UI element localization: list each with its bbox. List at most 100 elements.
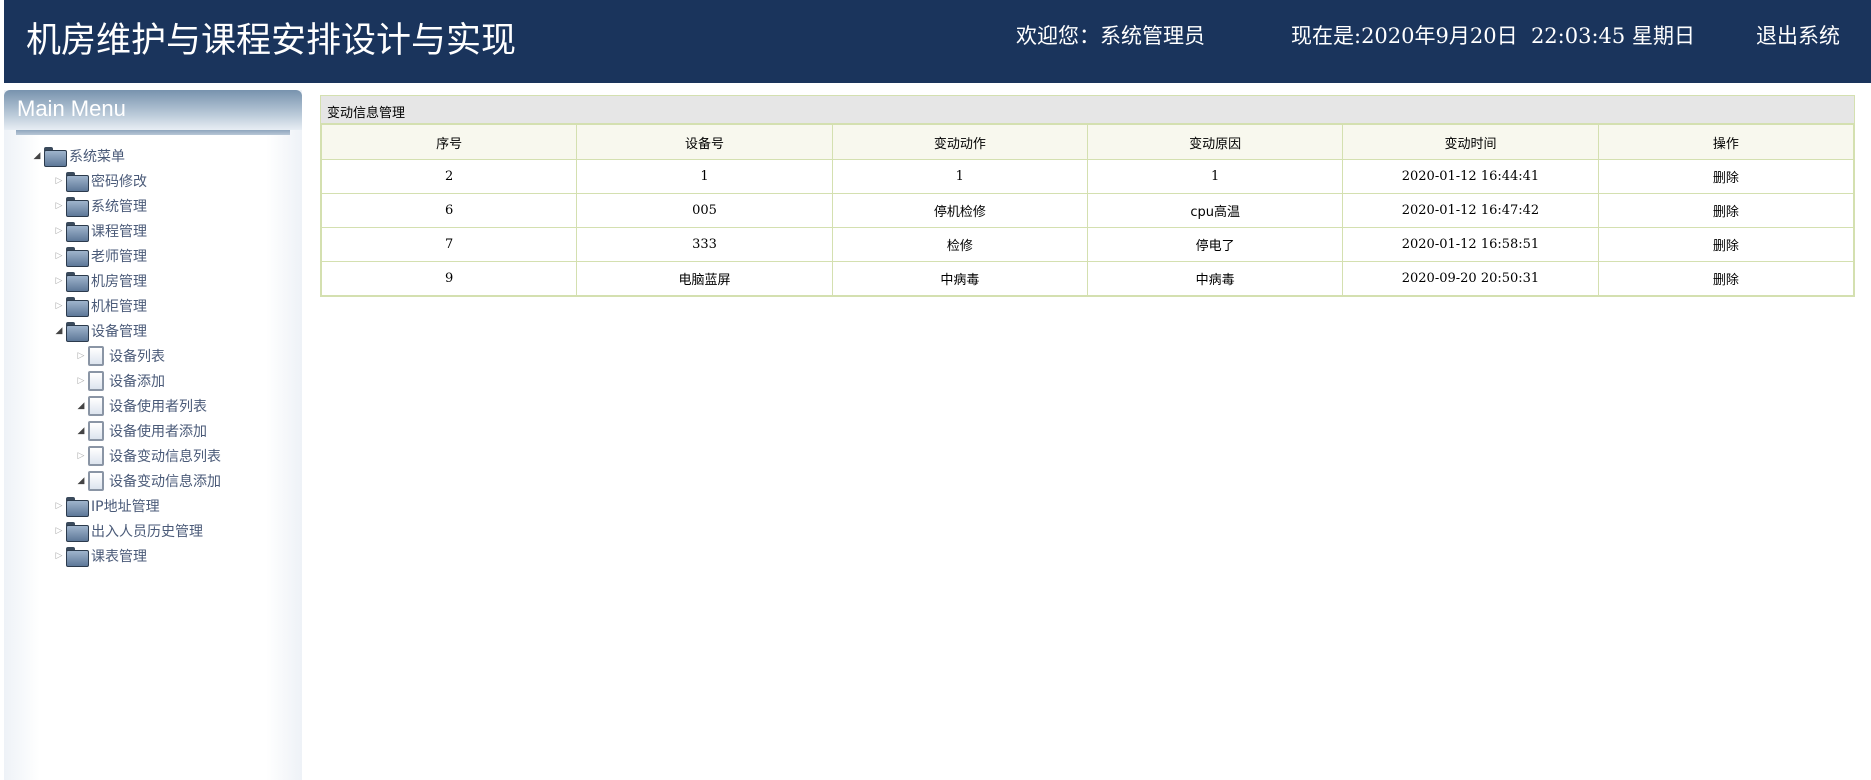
table-cell: 检修 bbox=[831, 227, 1088, 262]
menu-label: 密码修改 bbox=[91, 174, 147, 190]
panel-title: 变动信息管理 bbox=[321, 96, 1854, 124]
collapsed-arrow-icon[interactable]: ▷ bbox=[74, 451, 88, 461]
table-cell: 1 bbox=[576, 159, 833, 194]
expanded-arrow-icon[interactable]: ◢ bbox=[52, 326, 66, 336]
file-icon bbox=[88, 396, 104, 416]
column-header: 变动动作 bbox=[831, 124, 1088, 160]
menu-label: 设备变动信息列表 bbox=[109, 449, 221, 465]
folder-icon bbox=[66, 172, 89, 192]
expanded-arrow-icon[interactable]: ◢ bbox=[74, 476, 88, 486]
table-cell: 6 bbox=[320, 193, 578, 228]
menu-item[interactable]: ▷ 密码修改 bbox=[52, 170, 147, 192]
menu-item[interactable]: ▷ 出入人员历史管理 bbox=[52, 520, 203, 542]
table-cell: 中病毒 bbox=[831, 261, 1088, 296]
menu-label: 设备使用者列表 bbox=[109, 399, 207, 415]
menu-label: 出入人员历史管理 bbox=[91, 524, 203, 540]
table-cell: 删除 bbox=[1597, 227, 1855, 262]
table-row: 7 333 检修 停电了 2020-01-12 16:58:51 删除 bbox=[320, 227, 1855, 262]
column-header: 变动时间 bbox=[1342, 124, 1599, 160]
menu-item[interactable]: ▷ IP地址管理 bbox=[52, 495, 160, 517]
collapsed-arrow-icon[interactable]: ▷ bbox=[52, 551, 66, 561]
expanded-arrow-icon[interactable]: ◢ bbox=[74, 401, 88, 411]
collapsed-arrow-icon[interactable]: ▷ bbox=[52, 176, 66, 186]
menu-item[interactable]: ▷ 机柜管理 bbox=[52, 295, 147, 317]
delete-link[interactable]: 删除 bbox=[1713, 171, 1739, 186]
table-cell: 9 bbox=[320, 261, 578, 296]
menu-label: 机房管理 bbox=[91, 274, 147, 290]
sidebar: Main Menu ◢ 系统菜单 ▷ 密码修改 ▷ 系统管理 ▷ 课程管理 ▷ 老师管理 ▷ 机房管理… bbox=[4, 90, 302, 780]
submenu-item[interactable]: ▷ 设备添加 bbox=[74, 370, 165, 392]
table-cell: 2 bbox=[320, 159, 578, 194]
divider bbox=[16, 130, 290, 135]
delete-link[interactable]: 删除 bbox=[1713, 205, 1739, 220]
table-cell: 2020-01-12 16:58:51 bbox=[1342, 227, 1599, 262]
collapsed-arrow-icon[interactable]: ▷ bbox=[74, 376, 88, 386]
column-header: 设备号 bbox=[576, 124, 833, 160]
menu-label: 设备使用者添加 bbox=[109, 424, 207, 440]
collapsed-arrow-icon[interactable]: ▷ bbox=[52, 276, 66, 286]
menu-label: 系统管理 bbox=[91, 199, 147, 215]
folder-icon bbox=[66, 322, 89, 342]
collapsed-arrow-icon[interactable]: ▷ bbox=[52, 201, 66, 211]
column-header: 序号 bbox=[320, 124, 578, 160]
table-cell: 删除 bbox=[1597, 193, 1855, 228]
table-cell: 电脑蓝屏 bbox=[576, 261, 833, 296]
main-menu-title: Main Menu bbox=[4, 90, 302, 130]
table-cell: 1 bbox=[1086, 159, 1344, 194]
logout-link[interactable]: 退出系统 bbox=[1756, 20, 1840, 50]
submenu-item[interactable]: ◢ 设备变动信息添加 bbox=[74, 470, 221, 492]
delete-link[interactable]: 删除 bbox=[1713, 273, 1739, 288]
app-title: 机房维护与课程安排设计与实现 bbox=[26, 21, 517, 61]
table-cell: 2020-01-12 16:44:41 bbox=[1342, 159, 1599, 194]
menu-label: 设备管理 bbox=[91, 324, 147, 340]
collapsed-arrow-icon[interactable]: ▷ bbox=[74, 351, 88, 361]
menu-label: 设备添加 bbox=[109, 374, 165, 390]
folder-icon bbox=[66, 247, 89, 267]
collapsed-arrow-icon[interactable]: ▷ bbox=[52, 226, 66, 236]
collapsed-arrow-icon[interactable]: ▷ bbox=[52, 251, 66, 261]
welcome-text: 欢迎您：系统管理员 bbox=[1016, 24, 1205, 48]
file-icon bbox=[88, 446, 104, 466]
table-row: 6 005 停机检修 cpu高温 2020-01-12 16:47:42 删除 bbox=[320, 193, 1855, 228]
menu-item[interactable]: ◢ 设备管理 bbox=[52, 320, 147, 342]
table-cell: 2020-01-12 16:47:42 bbox=[1342, 193, 1599, 228]
folder-icon bbox=[66, 547, 89, 567]
table-cell: 005 bbox=[576, 193, 833, 228]
top-header: 机房维护与课程安排设计与实现 欢迎您：系统管理员 现在是:2020年9月20日 … bbox=[0, 0, 1871, 83]
menu-root[interactable]: ◢ 系统菜单 bbox=[30, 145, 125, 167]
delete-link[interactable]: 删除 bbox=[1713, 239, 1739, 254]
submenu-item[interactable]: ▷ 设备变动信息列表 bbox=[74, 445, 221, 467]
menu-label: 机柜管理 bbox=[91, 299, 147, 315]
table-header-row: 序号 设备号 变动动作 变动原因 变动时间 操作 bbox=[320, 124, 1855, 160]
collapsed-arrow-icon[interactable]: ▷ bbox=[52, 301, 66, 311]
collapsed-arrow-icon[interactable]: ▷ bbox=[52, 526, 66, 536]
menu-label: IP地址管理 bbox=[91, 499, 160, 515]
menu-label: 老师管理 bbox=[91, 249, 147, 265]
menu-item[interactable]: ▷ 机房管理 bbox=[52, 270, 147, 292]
submenu-item[interactable]: ▷ 设备列表 bbox=[74, 345, 165, 367]
datetime-text: 现在是:2020年9月20日 22:03:45 星期日 bbox=[1291, 24, 1695, 48]
folder-icon bbox=[66, 197, 89, 217]
table-cell: 停电了 bbox=[1086, 227, 1344, 262]
folder-icon bbox=[66, 222, 89, 242]
collapsed-arrow-icon[interactable]: ▷ bbox=[52, 501, 66, 511]
expanded-arrow-icon[interactable]: ◢ bbox=[30, 151, 44, 161]
menu-label: 设备列表 bbox=[109, 349, 165, 365]
table-row: 2 1 1 1 2020-01-12 16:44:41 删除 bbox=[320, 159, 1855, 194]
menu-item[interactable]: ▷ 课程管理 bbox=[52, 220, 147, 242]
table-cell: 1 bbox=[831, 159, 1088, 194]
folder-icon bbox=[66, 297, 89, 317]
menu-label: 课程管理 bbox=[91, 224, 147, 240]
menu-item[interactable]: ▷ 课表管理 bbox=[52, 545, 147, 567]
submenu-item[interactable]: ◢ 设备使用者列表 bbox=[74, 395, 207, 417]
menu-item[interactable]: ▷ 老师管理 bbox=[52, 245, 147, 267]
table-cell: 删除 bbox=[1597, 159, 1855, 194]
table-cell: 2020-09-20 20:50:31 bbox=[1342, 261, 1599, 296]
submenu-item[interactable]: ◢ 设备使用者添加 bbox=[74, 420, 207, 442]
expanded-arrow-icon[interactable]: ◢ bbox=[74, 426, 88, 436]
file-icon bbox=[88, 371, 104, 391]
menu-item[interactable]: ▷ 系统管理 bbox=[52, 195, 147, 217]
folder-icon bbox=[66, 522, 89, 542]
file-icon bbox=[88, 471, 104, 491]
change-info-panel: 变动信息管理 序号 设备号 变动动作 变动原因 变动时间 操作 2 1 1 1 2020-01-1… bbox=[320, 95, 1855, 297]
